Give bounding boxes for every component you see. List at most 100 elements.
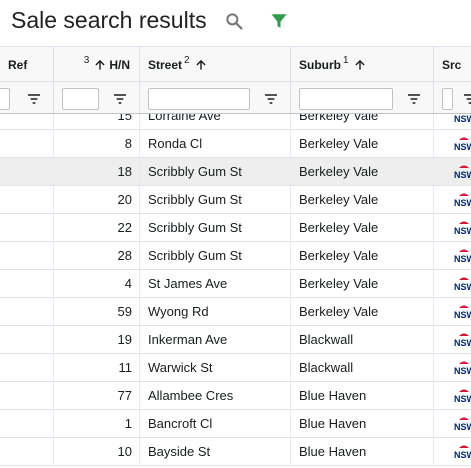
cell-suburb: Berkeley Vale (299, 114, 379, 123)
column-resize-handle[interactable] (139, 47, 140, 82)
column-header-src[interactable]: Src (442, 47, 471, 82)
column-divider (53, 298, 54, 325)
nsw-logo-text: NSW (454, 366, 471, 376)
column-divider (139, 326, 140, 353)
filter-menu-icon[interactable] (263, 91, 279, 107)
column-resize-handle[interactable] (53, 47, 54, 82)
filter-icon[interactable] (270, 12, 288, 30)
nsw-source-logo: NSW (454, 137, 471, 152)
nsw-logo-text: NSW (454, 338, 471, 348)
filter-input-ref[interactable] (0, 88, 10, 110)
nsw-source-logo: NSW (454, 277, 471, 292)
cell-house-number: 11 (118, 360, 133, 375)
filter-menu-icon[interactable] (112, 91, 128, 107)
grid-body: 15 Lorraine Ave Berkeley Vale NSW 8 Ronda Cl B… (0, 114, 471, 468)
nsw-logo-text: NSW (454, 198, 471, 208)
column-divider (139, 214, 140, 241)
table-row[interactable]: 22 Scribbly Gum St Berkeley Vale NSW (0, 214, 471, 242)
filter-menu-icon[interactable] (26, 91, 42, 107)
search-icon[interactable] (224, 11, 244, 31)
table-row[interactable]: 77 Allambee Cres Blue Haven NSW (0, 382, 471, 410)
results-grid: Ref 3 H/N Street 2 Suburb 1 Src 15 Lorra… (0, 46, 471, 468)
filter-input-src[interactable] (442, 88, 453, 110)
cell-suburb: Blackwall (299, 332, 354, 347)
column-divider (433, 298, 434, 325)
cell-house-number: 20 (117, 192, 132, 207)
filter-menu-icon[interactable] (462, 91, 471, 107)
column-divider (53, 410, 54, 437)
nsw-source-logo: NSW (454, 221, 471, 236)
cell-ref (8, 326, 52, 353)
column-divider (139, 114, 140, 129)
column-divider (139, 82, 140, 113)
cell-house-number: 77 (117, 388, 132, 403)
column-divider (139, 410, 140, 437)
column-header-street[interactable]: Street 2 (148, 47, 284, 82)
column-header-suburb[interactable]: Suburb 1 (299, 47, 427, 82)
sort-order-badge: 3 (83, 55, 90, 66)
filter-menu-icon[interactable] (406, 91, 422, 107)
column-divider (139, 242, 140, 269)
column-divider (290, 242, 291, 269)
cell-house-number: 18 (117, 164, 132, 179)
filter-input-street[interactable] (148, 88, 250, 110)
table-row[interactable]: 15 Lorraine Ave Berkeley Vale NSW (0, 114, 471, 130)
filter-input-suburb[interactable] (299, 88, 393, 110)
table-row[interactable]: 19 Inkerman Ave Blackwall NSW (0, 326, 471, 354)
cell-suburb: Berkeley Vale (299, 276, 379, 291)
table-row[interactable]: 1 Bancroft Cl Blue Haven NSW (0, 410, 471, 438)
header-row: Ref 3 H/N Street 2 Suburb 1 Src (0, 46, 471, 82)
column-divider (433, 130, 434, 157)
cell-house-number: 59 (117, 304, 132, 319)
table-row[interactable]: 28 Scribbly Gum St Berkeley Vale NSW (0, 242, 471, 270)
table-row[interactable]: 59 Wyong Rd Berkeley Vale NSW (0, 298, 471, 326)
table-row[interactable]: 18 Scribbly Gum St Berkeley Vale NSW (0, 158, 471, 186)
nsw-source-logo: NSW (454, 305, 471, 320)
column-divider (290, 270, 291, 297)
column-divider (290, 382, 291, 409)
column-divider (139, 270, 140, 297)
column-label-street: Street (148, 57, 183, 72)
cell-suburb: Berkeley Vale (299, 192, 379, 207)
column-divider (139, 158, 140, 185)
page-title: Sale search results (11, 7, 207, 33)
column-divider (433, 410, 434, 437)
nsw-source-logo: NSW (454, 417, 471, 432)
table-row[interactable]: 8 Ronda Cl Berkeley Vale NSW (0, 130, 471, 158)
nsw-source-logo: NSW (454, 333, 471, 348)
column-divider (139, 130, 140, 157)
cell-street: Scribbly Gum St (148, 192, 242, 207)
nsw-logo-text: NSW (454, 422, 471, 432)
column-divider (53, 186, 54, 213)
column-label-ref: Ref (8, 57, 28, 72)
nsw-logo-text: NSW (454, 142, 471, 152)
sort-order-badge: 1 (343, 55, 349, 66)
column-header-ref[interactable]: Ref (8, 47, 52, 82)
nsw-logo-text: NSW (454, 282, 471, 292)
column-divider (53, 326, 54, 353)
cell-ref (8, 114, 52, 129)
cell-house-number: 8 (124, 136, 132, 151)
column-resize-handle[interactable] (433, 47, 434, 82)
cell-ref (8, 438, 52, 465)
cell-house-number: 22 (117, 220, 132, 235)
nsw-source-logo: NSW (454, 165, 471, 180)
table-row[interactable]: 11 Warwick St Blackwall NSW (0, 354, 471, 382)
column-divider (53, 382, 54, 409)
column-header-hn[interactable]: 3 H/N (56, 47, 136, 82)
column-divider (290, 410, 291, 437)
column-divider (290, 158, 291, 185)
column-divider (433, 382, 434, 409)
table-row[interactable]: 4 St James Ave Berkeley Vale NSW (0, 270, 471, 298)
table-row[interactable]: 20 Scribbly Gum St Berkeley Vale NSW (0, 186, 471, 214)
cell-street: Ronda Cl (148, 136, 203, 151)
cell-suburb: Blue Haven (299, 416, 367, 431)
filter-input-hn[interactable] (62, 88, 99, 110)
column-divider (433, 82, 434, 113)
column-resize-handle[interactable] (290, 47, 291, 82)
cell-street: St James Ave (148, 276, 228, 291)
sort-ascending-icon (354, 59, 365, 70)
table-row[interactable]: 10 Bayside St Blue Haven NSW (0, 438, 471, 466)
column-label-hn: H/N (109, 57, 130, 72)
nsw-logo-text: NSW (454, 254, 471, 264)
